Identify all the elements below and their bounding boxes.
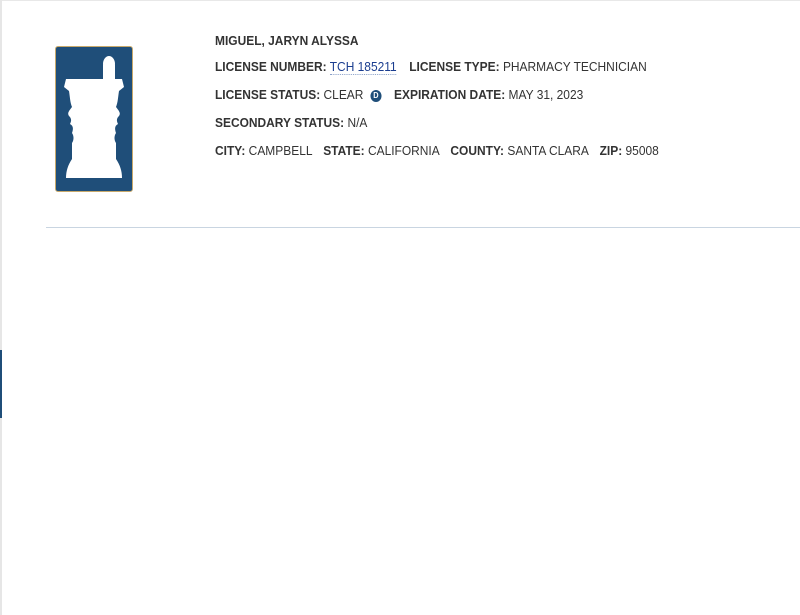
license-status-label: LICENSE STATUS: bbox=[215, 87, 321, 102]
city-label: CITY: bbox=[215, 143, 246, 158]
license-number-row: LICENSE NUMBER: TCH 185211 LICENSE TYPE:… bbox=[215, 59, 666, 87]
license-type-label: LICENSE TYPE: bbox=[409, 59, 500, 74]
status-info-icon[interactable]: D bbox=[370, 90, 382, 102]
secondary-status-label: SECONDARY STATUS: bbox=[215, 115, 345, 130]
state-value: CALIFORNIA bbox=[367, 143, 440, 158]
left-scroll-indicator bbox=[0, 350, 2, 418]
secondary-status-row: SECONDARY STATUS: N/A bbox=[215, 115, 666, 143]
license-status-row: LICENSE STATUS: CLEAR D EXPIRATION DATE:… bbox=[215, 87, 666, 115]
city-value: CAMPBELL bbox=[248, 143, 313, 158]
zip-label: ZIP: bbox=[599, 143, 623, 158]
license-type-value: PHARMACY TECHNICIAN bbox=[502, 59, 647, 74]
secondary-status-value: N/A bbox=[347, 115, 368, 130]
licensee-details: MIGUEL, JARYN ALYSSA LICENSE NUMBER: TCH… bbox=[215, 33, 705, 171]
location-row: CITY: CAMPBELL STATE: CALIFORNIA COUNTY:… bbox=[215, 143, 666, 171]
license-lookup-page: MIGUEL, JARYN ALYSSA LICENSE NUMBER: TCH… bbox=[0, 0, 800, 615]
top-edge-line bbox=[0, 0, 800, 1]
expiration-date-label: EXPIRATION DATE: bbox=[394, 87, 506, 102]
license-number-label: LICENSE NUMBER: bbox=[215, 59, 327, 74]
county-value: SANTA CLARA bbox=[507, 143, 589, 158]
licensee-name: MIGUEL, JARYN ALYSSA bbox=[215, 33, 359, 48]
mortar-and-pestle-icon bbox=[55, 46, 133, 192]
county-label: COUNTY: bbox=[450, 143, 505, 158]
zip-value: 95008 bbox=[625, 143, 659, 158]
state-label: STATE: bbox=[323, 143, 365, 158]
license-status-value: CLEAR bbox=[323, 87, 364, 102]
section-divider bbox=[46, 227, 800, 228]
licensee-name-row: MIGUEL, JARYN ALYSSA bbox=[215, 33, 666, 59]
license-number-link[interactable]: TCH 185211 bbox=[329, 59, 397, 75]
left-edge-line bbox=[0, 0, 2, 615]
expiration-date-value: MAY 31, 2023 bbox=[508, 87, 584, 102]
